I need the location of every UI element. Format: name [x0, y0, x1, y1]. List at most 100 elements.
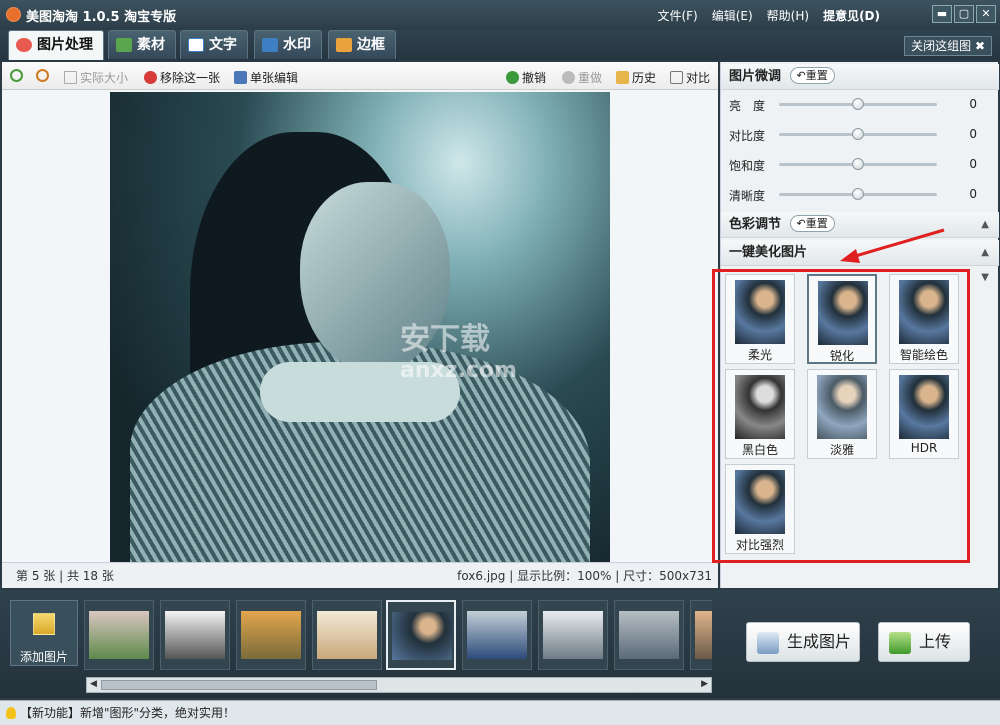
sharpness-track[interactable] [779, 188, 937, 200]
film-thumb[interactable] [462, 600, 532, 670]
saturation-value: 0 [969, 157, 977, 171]
compare-button[interactable]: 对比 [670, 69, 710, 86]
menu-help[interactable]: 帮助(H) [767, 7, 809, 24]
history-button[interactable]: 历史 [616, 69, 656, 86]
redo-icon [562, 71, 575, 84]
fine-tune-title: 图片微调 [729, 69, 782, 84]
film-thumb[interactable] [690, 600, 712, 670]
saturation-label: 饱和度 [729, 159, 766, 173]
saturation-knob[interactable] [852, 158, 864, 170]
app-logo-icon [6, 7, 21, 22]
tab-label: 水印 [283, 37, 311, 53]
thumb-image [467, 611, 527, 659]
tab-watermark[interactable]: 水印 [254, 30, 322, 59]
actual-size-button[interactable]: 实际大小 [64, 69, 128, 86]
zoom-out-button[interactable] [36, 69, 49, 82]
film-thumb[interactable] [614, 600, 684, 670]
scroll-thumb[interactable] [101, 680, 377, 690]
fine-tune-reset-button[interactable]: ↶重置 [789, 67, 835, 84]
single-edit-button[interactable]: 单张编辑 [234, 69, 298, 86]
sharpness-knob[interactable] [852, 188, 864, 200]
filmstrip-scrollbar[interactable]: ◀ ▶ [86, 677, 712, 693]
editor-toolbar: 实际大小 移除这一张 单张编辑 撤销 重做 历史 对比 [2, 62, 718, 90]
expand-collapse-icon[interactable]: ▲▼ [981, 240, 989, 290]
thumb-image [619, 611, 679, 659]
film-thumb[interactable] [538, 600, 608, 670]
brightness-label: 亮 度 [729, 99, 766, 113]
upload-button[interactable]: 上传 [878, 622, 970, 662]
close-button[interactable]: ✕ [976, 5, 996, 23]
tab-image-processing[interactable]: 图片处理 [8, 30, 104, 60]
film-thumb[interactable] [84, 600, 154, 670]
site-watermark: 安下载 anxz.com [400, 314, 517, 383]
color-reset-button[interactable]: ↶重置 [789, 215, 835, 232]
zoom-ratio: 显示比例：100% [517, 569, 612, 583]
menu-file[interactable]: 文件(F) [657, 7, 697, 24]
history-label: 历史 [632, 71, 657, 85]
undo-label: 撤销 [522, 71, 547, 85]
film-thumb[interactable] [312, 600, 382, 670]
redo-button[interactable]: 重做 [562, 69, 602, 86]
menu-edit[interactable]: 编辑(E) [712, 7, 753, 24]
status-bar: 第 5 张 | 共 18 张 fox6.jpg | 显示比例：100% | 尺寸… [2, 562, 718, 588]
contrast-knob[interactable] [852, 128, 864, 140]
status-right: fox6.jpg | 显示比例：100% | 尺寸：500x731 [457, 569, 712, 583]
app-title: 美图淘淘 1.0.5 淘宝专版 [26, 10, 177, 25]
generate-icon [757, 632, 779, 654]
saturation-track[interactable] [779, 158, 937, 170]
single-edit-label: 单张编辑 [250, 71, 299, 85]
brightness-knob[interactable] [852, 98, 864, 110]
thumb-image [695, 611, 712, 659]
sharpness-slider-row: 清晰度 0 [721, 182, 999, 208]
film-thumb[interactable] [236, 600, 306, 670]
lightbulb-icon [6, 707, 16, 719]
actual-size-label: 实际大小 [80, 71, 129, 85]
minimize-button[interactable]: ▬ [932, 5, 952, 23]
fine-tune-header: 图片微调 ↶重置 [721, 64, 999, 90]
scroll-left-icon[interactable]: ◀ [90, 679, 97, 689]
color-adjust-title: 色彩调节 [729, 217, 782, 232]
generate-label: 生成图片 [787, 632, 852, 651]
undo-button[interactable]: 撤销 [506, 69, 546, 86]
upload-label: 上传 [919, 632, 952, 651]
contrast-track[interactable] [779, 128, 937, 140]
edit-icon [234, 71, 247, 84]
frame-icon [336, 38, 352, 52]
sharpness-label: 清晰度 [729, 189, 766, 203]
tab-label: 边框 [357, 37, 385, 53]
maximize-button[interactable]: ▢ [954, 5, 974, 23]
editor-pane: 实际大小 移除这一张 单张编辑 撤销 重做 历史 对比 安下载 anxz.com… [2, 62, 718, 588]
film-thumb[interactable] [160, 600, 230, 670]
brightness-value: 0 [969, 97, 977, 111]
watermark-sub: anxz.com [400, 358, 517, 383]
zoom-in-button[interactable] [10, 69, 23, 82]
saturation-slider-row: 饱和度 0 [721, 152, 999, 178]
watermark-icon [262, 38, 278, 52]
brightness-track[interactable] [779, 98, 937, 110]
scroll-right-icon[interactable]: ▶ [701, 679, 708, 689]
status-left: 第 5 张 | 共 18 张 [16, 569, 114, 583]
menu-feedback[interactable]: 提意见(D) [823, 7, 880, 24]
tab-material[interactable]: 素材 [108, 30, 176, 59]
window-controls: ▬ ▢ ✕ [932, 5, 996, 23]
add-image-label: 添加图片 [19, 650, 68, 664]
reset-label: 重置 [805, 217, 828, 230]
image-canvas[interactable]: 安下载 anxz.com [2, 90, 718, 562]
tab-frame[interactable]: 边框 [328, 30, 396, 59]
film-thumb-selected[interactable] [386, 600, 456, 670]
generate-image-button[interactable]: 生成图片 [746, 622, 860, 662]
close-group-button[interactable]: 关闭这组图 ✖ [904, 36, 992, 56]
add-image-button[interactable]: 添加图片 [10, 600, 78, 666]
image-index: 第 5 张 [16, 569, 56, 583]
palette-icon [16, 38, 32, 52]
edited-photo[interactable]: 安下载 anxz.com [110, 92, 610, 562]
text-icon [188, 38, 204, 52]
news-footer[interactable]: 【新功能】新增"图形"分类，绝对实用！ [0, 700, 1000, 725]
filmstrip: 添加图片 ◀ ▶ 生成图片 上传 [0, 590, 1000, 698]
one-click-title: 一键美化图片 [729, 245, 808, 260]
remove-image-button[interactable]: 移除这一张 [144, 69, 220, 86]
tab-label: 图片处理 [37, 37, 93, 53]
tab-text[interactable]: 文字 [180, 30, 248, 59]
contrast-slider-row: 对比度 0 [721, 122, 999, 148]
history-icon [616, 71, 629, 84]
